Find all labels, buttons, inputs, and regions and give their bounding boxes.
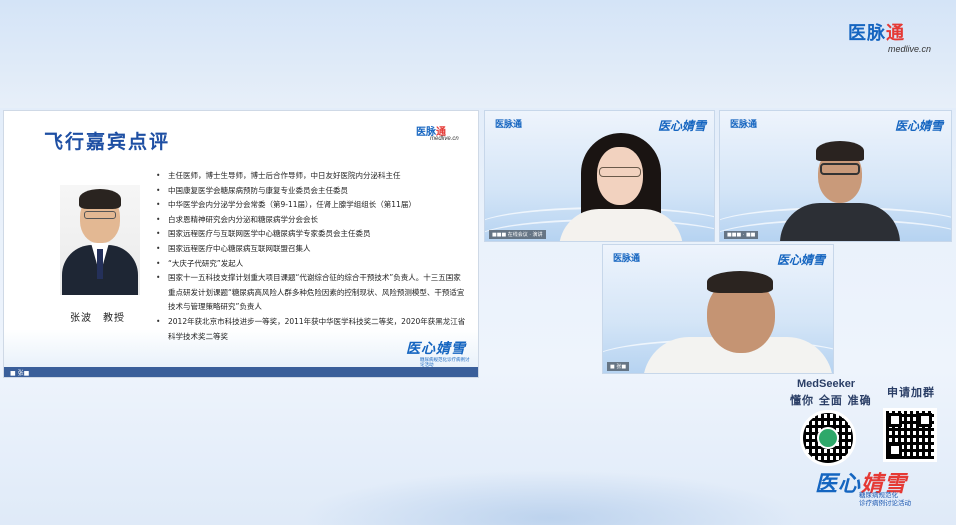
bio-item: 中国康复医学会糖尿病预防与康复专业委员会主任委员 [154,184,466,199]
speaker-bio-list: 主任医师，博士生导师，博士后合作导师，中日友好医院内分泌科主任 中国康复医学会糖… [154,169,466,344]
tile-logo: 医脉通 [730,120,758,130]
slide-presenter-label: ■ 张■ [10,370,30,377]
background-decoration [300,470,800,525]
bio-item: “大庆子代研究”发起人 [154,257,466,272]
video-tile-participant-1[interactable]: 医脉通 医心婧雪 ■■■ 在线会议 · 演讲 [484,110,715,242]
medseeker-slogan: 懂你 全面 准确 [790,394,872,407]
slide-logo-domain: medlive.cn [430,136,459,142]
join-group-title: 申请加群 [887,386,935,399]
join-group-qr-code[interactable] [883,408,937,462]
speaker-name: 张波 教授 [70,313,125,324]
medseeker-title: MedSeeker [797,378,856,390]
slide-footer-bar: ■ 张■ [4,367,478,377]
tile-logo: 医脉通 [495,120,523,130]
tile-logo: 医脉通 [613,254,641,264]
bio-item: 主任医师，博士生导师，博士后合作导师，中日友好医院内分泌科主任 [154,169,466,184]
video-tile-speaker[interactable]: 医脉通 医心婧雪 ■ 张■ [602,244,834,374]
bio-item: 国家十一五科技支撑计划重大项目课题“代谢综合征的综合干预技术”负责人。十三五国家… [154,271,466,315]
participant-name-label: ■ 张■ [607,362,630,371]
slide-title: 飞行嘉宾点评 [44,131,171,153]
tile-event-logo: 医心婧雪 [776,253,825,267]
medlive-logo: 医脉通 medlive.cn [848,23,932,55]
top-banner [0,0,956,108]
bio-item: 国家远程医疗中心糖尿病互联网联盟召集人 [154,242,466,257]
bio-item: 中华医学会内分泌学分会常委（第9-11届），任肾上腺学组组长（第11届） [154,198,466,213]
participant-name-label: ■■■ 在线会议 · 演讲 [489,230,546,239]
event-badge: 医心婧雪 糖尿病规范化诊疗病例讨论活动 [406,341,470,368]
video-tile-participant-2[interactable]: 医脉通 医心婧雪 ■■■ · ■■ [719,110,952,242]
participant-name-label: ■■■ · ■■ [724,231,759,239]
tile-event-logo: 医心婧雪 [894,119,943,133]
bio-item: 国家远程医疗与互联网医学中心糖尿病学专家委员会主任委员 [154,227,466,242]
shared-slide: 飞行嘉宾点评 医脉通 medlive.cn 张波 教授 主任医师，博士生导师，博… [3,110,479,378]
medseeker-qr-logo-icon [817,427,839,449]
tile-event-logo: 医心婧雪 [657,119,706,133]
event-logo: 医心婧雪 糖尿病规范化 诊疗病例讨论活动 [815,472,911,507]
speaker-portrait [60,185,140,295]
bio-item: 白求恩精神研究会内分泌和糖尿病学分会会长 [154,213,466,228]
